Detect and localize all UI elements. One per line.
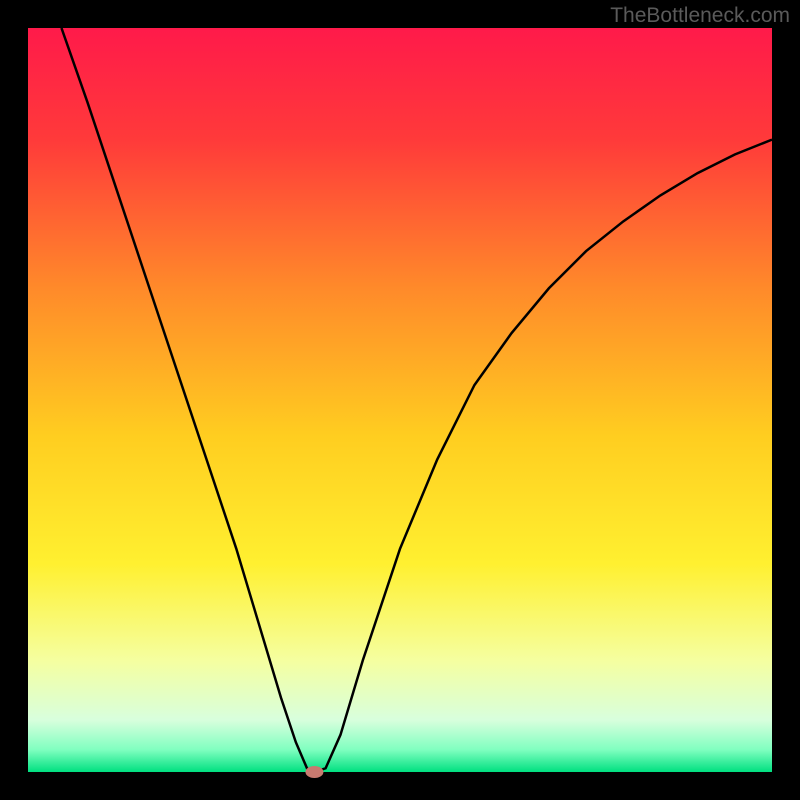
bottleneck-chart — [0, 0, 800, 800]
watermark: TheBottleneck.com — [610, 4, 790, 28]
plot-area — [28, 28, 772, 772]
optimal-marker — [305, 766, 323, 778]
chart-container — [0, 0, 800, 800]
